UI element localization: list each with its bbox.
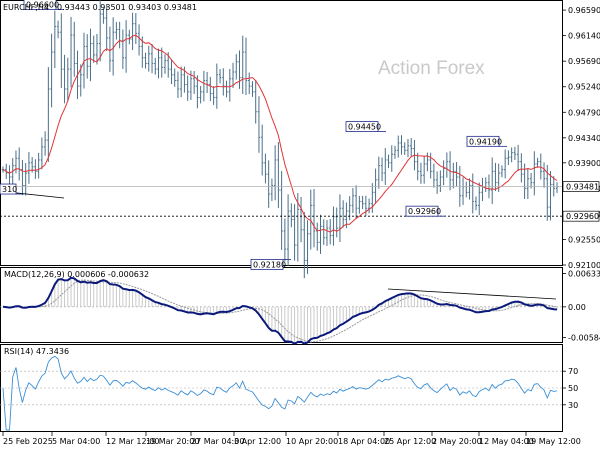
current-price-label: 0.93481 — [566, 183, 599, 192]
macd-tick-label: -0.005845 — [568, 334, 600, 343]
time-tick-label: 5 Mar 04:00 — [52, 437, 100, 446]
time-tick-label: 10 Apr 20:00 — [286, 437, 338, 446]
time-tick-label: 19 May 12:00 — [526, 437, 581, 446]
price-tick-label: 0.95240 — [568, 83, 600, 92]
price-tick-label: 0.96590 — [568, 6, 600, 15]
price-tick-label: 0.95690 — [568, 57, 600, 66]
rsi-tick-label: 30 — [568, 401, 578, 410]
rsi-title: RSI(14) 47.3436 — [4, 347, 69, 356]
price-tick-label: 0.93900 — [568, 159, 600, 168]
annotation-label: 0.92180 — [253, 260, 286, 269]
symbol-label: EURCHF,H4 — [3, 3, 49, 12]
annotation-label: 0.92960 — [408, 207, 441, 216]
rsi-axis: 70 50 30 — [0, 367, 578, 410]
rsi-tick-label: 70 — [568, 367, 578, 376]
price-axis: 0.96590 0.96140 0.95690 0.95240 0.94790 0.943… — [562, 6, 600, 270]
price-tick-label: 0.94340 — [568, 134, 600, 143]
price-tick-label: 0.92550 — [568, 235, 600, 244]
macd-tick-label: 0.00 — [568, 303, 586, 312]
macd-tick-label: 0.006332 — [568, 270, 600, 279]
macd-line — [2, 276, 558, 345]
time-tick-label: 25 Apr 12:00 — [384, 437, 436, 446]
ohlc-values: 0.93443 0.93501 0.93403 0.93481 — [57, 3, 197, 12]
price-tick-label: 0.94790 — [568, 108, 600, 117]
macd-title: MACD(12,26,9) 0.000606 -0.000632 — [4, 270, 149, 279]
annotation-label: 0.94190 — [469, 137, 502, 146]
time-axis: 25 Feb 2025 5 Mar 04:00 12 Mar 12:0019 Mar… — [2, 432, 581, 446]
rsi-line — [2, 355, 558, 431]
level-price-label: 0.92960 — [566, 212, 599, 221]
time-tick-label: 3 Apr 12:00 — [234, 437, 281, 446]
price-annotations: 0.934810.929600.966000.944500.941900.929… — [0, 0, 600, 270]
annotation-label: 310 — [2, 185, 17, 194]
annotation-label: 0.94450 — [348, 123, 381, 132]
watermark: Action Forex — [378, 58, 485, 79]
time-tick-label: 25 Feb 2025 — [3, 437, 53, 446]
price-tick-label: 0.96140 — [568, 32, 600, 41]
rsi-tick-label: 50 — [568, 384, 578, 393]
chart-canvas[interactable]: Action Forex 0.96590 0.96140 0.95690 0.9524… — [0, 0, 600, 450]
time-tick-label: 2 May 20:00 — [432, 437, 482, 446]
time-tick-label: 18 Apr 04:00 — [338, 437, 390, 446]
